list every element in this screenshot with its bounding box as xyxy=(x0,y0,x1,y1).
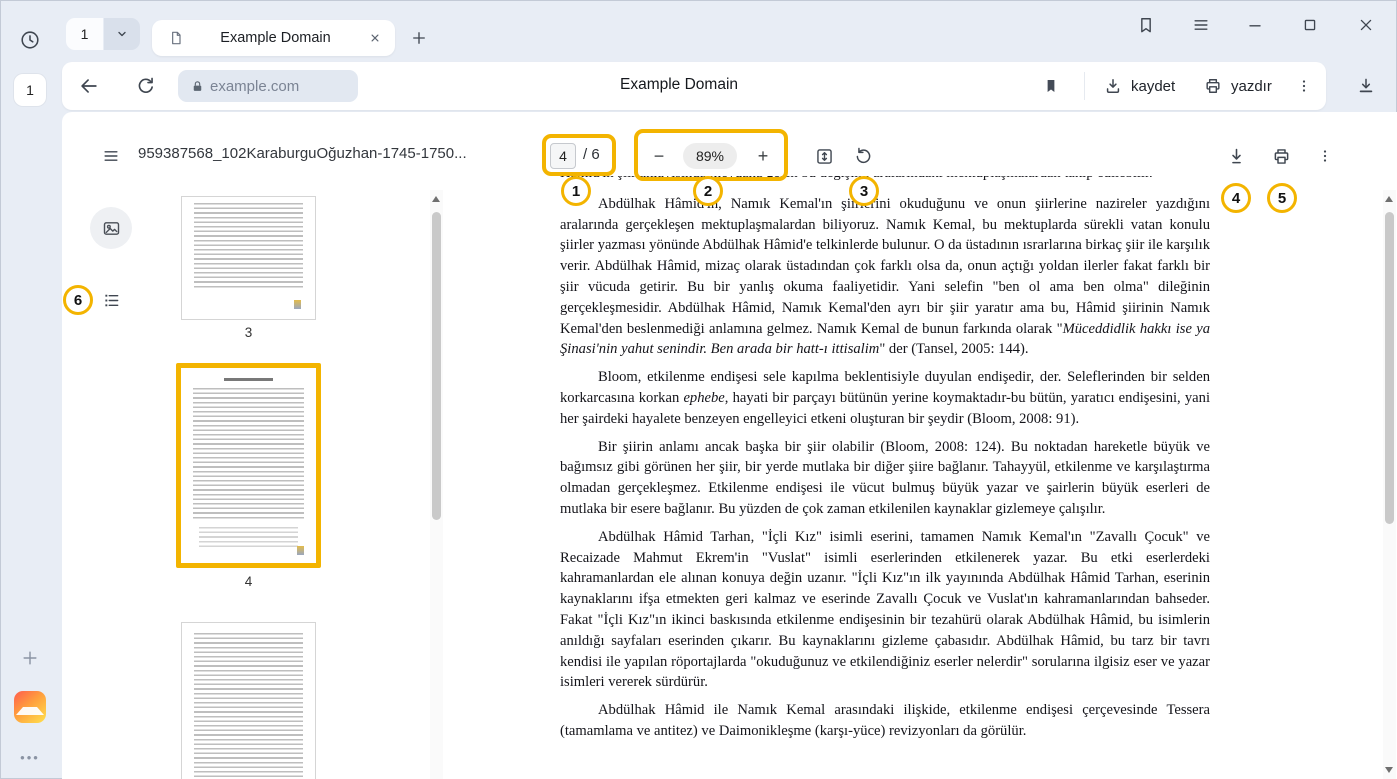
thumbnail-content xyxy=(194,203,303,289)
window-maximize-icon[interactable] xyxy=(1298,13,1322,37)
pdf-viewer: 959387568_102KaraburguOğuzhan-1745-1750.… xyxy=(62,112,1397,779)
browser-toolbar: example.com Example Domain kaydet yazdır xyxy=(62,62,1326,110)
printer-icon xyxy=(1202,75,1224,97)
rail-add-icon[interactable] xyxy=(18,646,42,670)
window-minimize-icon[interactable] xyxy=(1243,13,1267,37)
page-number-input[interactable]: 4 xyxy=(550,143,576,169)
pdf-print-icon[interactable] xyxy=(1269,144,1293,168)
tab-example-domain[interactable]: Example Domain xyxy=(152,20,395,56)
new-tab-button[interactable] xyxy=(404,23,434,53)
page-favicon-icon xyxy=(166,28,186,48)
collections-bookmark-icon[interactable] xyxy=(1134,13,1158,37)
browser-window: 1 ••• 1 Example Domain xyxy=(0,0,1397,779)
outline-view-icon[interactable] xyxy=(99,288,123,312)
callout-1: 1 xyxy=(561,176,591,206)
bookmark-ribbon-icon[interactable] xyxy=(1039,74,1063,98)
page-total: / 6 xyxy=(583,146,600,163)
paragraph: Bloom, etkilenme endişesi sele kapılma b… xyxy=(560,367,1210,429)
zoom-out-button[interactable]: − xyxy=(647,144,671,168)
paragraph: Abdülhak Hâmid ile Namık Kemal arasındak… xyxy=(560,700,1210,742)
callout-3: 3 xyxy=(849,176,879,206)
thumbnail-logo xyxy=(294,300,301,309)
browser-menu-icon[interactable] xyxy=(1189,13,1213,37)
clipped-line: Hâmid'in şiir anlayışında meydana gelen … xyxy=(560,176,1210,184)
main-scrollbar-thumb[interactable] xyxy=(1385,212,1394,524)
callout-5: 5 xyxy=(1267,183,1297,213)
toolbar-page-title: Example Domain xyxy=(579,76,779,94)
rail-more-icon[interactable]: ••• xyxy=(14,750,46,765)
window-close-icon[interactable] xyxy=(1354,13,1378,37)
print-button-label: yazdır xyxy=(1231,78,1272,95)
url-text: example.com xyxy=(210,78,299,95)
callout-4: 4 xyxy=(1221,183,1251,213)
callout-2: 2 xyxy=(693,176,723,206)
tab-group-chevron-down-icon[interactable] xyxy=(104,18,140,50)
thumbnail-content xyxy=(193,388,304,519)
reload-icon[interactable] xyxy=(132,72,160,100)
thumbnail-page-5[interactable] xyxy=(181,622,316,779)
tab-close-icon[interactable] xyxy=(365,28,385,48)
toolbar-divider xyxy=(1084,72,1085,100)
thumbnail-label-3: 3 xyxy=(176,325,321,340)
thumbnails-view-button[interactable] xyxy=(90,207,132,249)
address-bar[interactable]: example.com xyxy=(178,70,358,102)
pdf-sidebar-menu-icon[interactable] xyxy=(99,144,123,168)
paragraph: Abdülhak Hâmid'in, Namık Kemal'ın şiirle… xyxy=(560,194,1210,360)
scroll-up-icon[interactable] xyxy=(432,196,440,202)
main-scrollbar[interactable] xyxy=(1383,190,1396,779)
image-icon xyxy=(101,218,122,239)
download-icon xyxy=(1102,75,1124,97)
pdf-filename: 959387568_102KaraburguOğuzhan-1745-1750.… xyxy=(138,145,467,162)
thumbnail-title-line xyxy=(224,378,273,381)
thumbnail-page-3[interactable] xyxy=(181,196,316,320)
thumbnail-page-4-active[interactable] xyxy=(176,363,321,568)
tab-title: Example Domain xyxy=(186,30,365,46)
print-button[interactable]: yazdır xyxy=(1198,70,1276,102)
thumbnail-content xyxy=(194,633,303,779)
history-clock-icon[interactable] xyxy=(18,28,42,52)
rail-tab-counter[interactable]: 1 xyxy=(14,74,46,106)
thumbnail-footnote xyxy=(199,527,298,547)
thumbnail-label-4: 4 xyxy=(176,574,321,589)
callout-6: 6 xyxy=(63,285,93,315)
downloads-tray-icon[interactable] xyxy=(1354,74,1378,98)
scroll-down-icon[interactable] xyxy=(1385,767,1393,773)
paragraph: Abdülhak Hâmid Tarhan, "İçli Kız" isimli… xyxy=(560,527,1210,693)
zoom-in-button[interactable]: + xyxy=(751,144,775,168)
paragraph: Bir şiirin anlamı ancak başka bir şiir o… xyxy=(560,437,1210,520)
back-icon[interactable] xyxy=(75,72,103,100)
thumbnail-scrollbar[interactable] xyxy=(430,190,443,779)
page-total-value: 6 xyxy=(591,146,599,163)
toolbar-kebab-icon[interactable] xyxy=(1290,72,1318,100)
thumbnail-scrollbar-thumb[interactable] xyxy=(432,212,441,520)
fit-page-icon[interactable] xyxy=(812,144,836,168)
scroll-up-icon[interactable] xyxy=(1385,196,1393,202)
pdf-text: Hâmid'in şiir anlayışında meydana gelen … xyxy=(560,176,1210,779)
assistant-app-icon[interactable] xyxy=(14,691,46,723)
rotate-icon[interactable] xyxy=(851,144,875,168)
save-button-label: kaydet xyxy=(1131,78,1175,95)
save-button[interactable]: kaydet xyxy=(1098,70,1179,102)
zoom-level[interactable]: 89% xyxy=(683,143,737,169)
thumbnail-logo xyxy=(297,546,304,555)
tab-group-counter[interactable]: 1 xyxy=(66,18,103,50)
pdf-download-icon[interactable] xyxy=(1224,144,1248,168)
lock-icon xyxy=(188,77,206,95)
pdf-kebab-icon[interactable] xyxy=(1313,144,1337,168)
page-separator: / xyxy=(583,146,587,163)
